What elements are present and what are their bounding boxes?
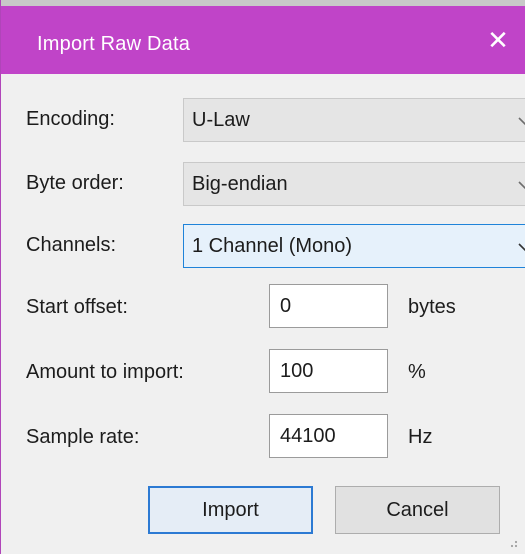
close-button[interactable]: ✕ bbox=[470, 6, 525, 74]
resize-grip-icon[interactable] bbox=[506, 536, 518, 548]
amount-unit: % bbox=[408, 361, 426, 383]
sample-rate-field[interactable] bbox=[269, 414, 388, 458]
start-offset-field[interactable] bbox=[269, 284, 388, 328]
channels-label: Channels: bbox=[26, 234, 117, 256]
chevron-down-icon bbox=[518, 243, 525, 252]
chevron-down-icon bbox=[518, 181, 525, 190]
sample-rate-unit: Hz bbox=[408, 426, 433, 448]
dialog-body: Encoding: U-Law Byte order: Big-endian C… bbox=[22, 74, 525, 554]
channels-value: 1 Channel (Mono) bbox=[192, 235, 353, 257]
channels-select[interactable]: 1 Channel (Mono) bbox=[183, 224, 525, 268]
title-bar[interactable]: Import Raw Data ✕ bbox=[1, 0, 525, 74]
encoding-value: U-Law bbox=[192, 109, 250, 131]
import-button[interactable]: Import bbox=[148, 486, 313, 534]
start-offset-unit: bytes bbox=[408, 296, 456, 318]
encoding-select[interactable]: U-Law bbox=[183, 98, 525, 142]
byte-order-select[interactable]: Big-endian bbox=[183, 162, 525, 206]
dialog-title: Import Raw Data bbox=[37, 33, 191, 55]
sample-rate-input[interactable] bbox=[270, 415, 387, 457]
close-icon: ✕ bbox=[487, 24, 509, 55]
byte-order-value: Big-endian bbox=[192, 173, 288, 195]
cancel-button[interactable]: Cancel bbox=[335, 486, 500, 534]
amount-field[interactable] bbox=[269, 349, 388, 393]
amount-label: Amount to import: bbox=[26, 361, 184, 383]
start-offset-input[interactable] bbox=[270, 285, 387, 327]
byte-order-label: Byte order: bbox=[26, 172, 124, 194]
sample-rate-label: Sample rate: bbox=[26, 426, 140, 448]
import-raw-data-dialog: Import Raw Data ✕ Encoding: U-Law Byte o… bbox=[0, 0, 525, 554]
encoding-label: Encoding: bbox=[26, 108, 115, 130]
start-offset-label: Start offset: bbox=[26, 296, 128, 318]
amount-input[interactable] bbox=[270, 350, 387, 392]
chevron-down-icon bbox=[518, 117, 525, 126]
